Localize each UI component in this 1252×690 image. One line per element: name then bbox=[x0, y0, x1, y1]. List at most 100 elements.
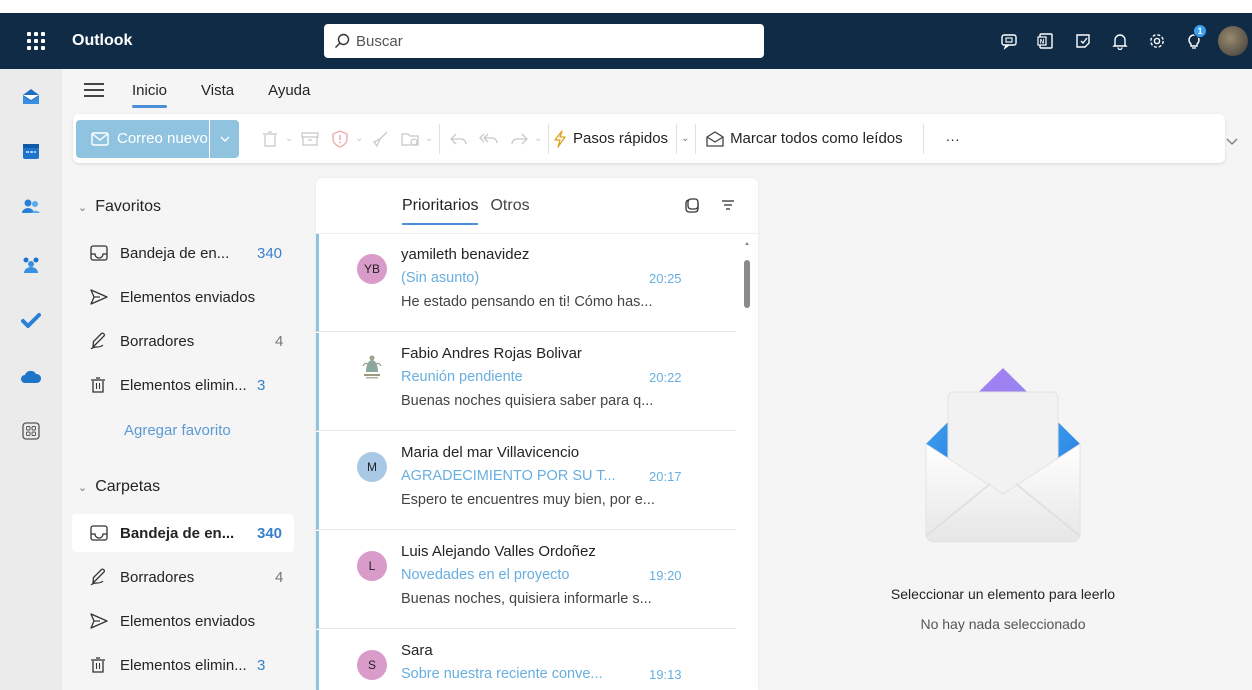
message-item[interactable]: Fabio Andres Rojas Bolivar Reunión pendi… bbox=[316, 333, 736, 431]
report-button[interactable] bbox=[325, 120, 355, 158]
forward-button[interactable] bbox=[504, 120, 534, 158]
folder-name: Elementos elimin... bbox=[120, 376, 247, 394]
inbox-icon bbox=[90, 245, 110, 261]
scroll-up-arrow-icon[interactable] bbox=[745, 242, 749, 245]
tab-focused[interactable]: Prioritarios bbox=[402, 197, 479, 225]
sender-name: Fabio Andres Rojas Bolivar bbox=[401, 345, 582, 362]
tab-vista[interactable]: Vista bbox=[201, 82, 234, 99]
rail-todo[interactable] bbox=[19, 309, 43, 333]
todo-button[interactable] bbox=[1064, 13, 1101, 69]
unread-count: 3 bbox=[257, 376, 266, 394]
unread-count: 340 bbox=[257, 524, 283, 542]
folder-sent[interactable]: Elementos enviados bbox=[72, 602, 294, 640]
favorite-deleted[interactable]: Elementos elimin... 3 bbox=[72, 366, 294, 404]
groups-icon bbox=[23, 257, 39, 273]
move-to-button[interactable] bbox=[395, 120, 425, 158]
hamburger-menu-button[interactable] bbox=[84, 83, 104, 97]
message-subject: Novedades en el proyecto bbox=[401, 567, 570, 583]
toolbar-divider bbox=[439, 123, 440, 154]
meet-now-button[interactable] bbox=[990, 13, 1027, 69]
message-preview: Espero te encuentres muy bien, por e... bbox=[401, 492, 655, 508]
search-input[interactable]: Buscar bbox=[324, 24, 764, 58]
archive-icon bbox=[301, 131, 319, 146]
forward-icon bbox=[511, 133, 528, 144]
message-list-scrollbar[interactable] bbox=[741, 236, 755, 690]
sender-name: Maria del mar Villavicencio bbox=[401, 444, 580, 461]
archive-button[interactable] bbox=[295, 120, 325, 158]
rail-more-apps[interactable] bbox=[19, 419, 43, 443]
ribbon-expand-icon[interactable] bbox=[1226, 138, 1238, 146]
favorites-header[interactable]: ⌄ Favoritos bbox=[78, 198, 161, 216]
folder-deleted[interactable]: Elementos elimin... 3 bbox=[72, 646, 294, 684]
folder-name: Bandeja de en... bbox=[120, 524, 235, 542]
reading-pane: Seleccionar un elemento para leerlo No h… bbox=[760, 178, 1252, 690]
mark-all-read-button[interactable]: Marcar todos como leídos bbox=[706, 120, 903, 158]
settings-button[interactable] bbox=[1138, 13, 1175, 69]
more-options-button[interactable]: ··· bbox=[946, 120, 960, 158]
notifications-button[interactable] bbox=[1101, 13, 1138, 69]
calendar-icon bbox=[23, 144, 39, 159]
select-mode-icon[interactable] bbox=[684, 198, 700, 214]
mark-all-read-label: Marcar todos como leídos bbox=[730, 130, 903, 147]
message-time: 19:20 bbox=[649, 568, 682, 583]
chevron-down-icon[interactable]: ⌄ bbox=[681, 133, 691, 144]
onenote-icon: N bbox=[1036, 33, 1053, 49]
new-mail-button[interactable]: Correo nuevo bbox=[76, 119, 210, 158]
rail-groups[interactable] bbox=[19, 253, 43, 277]
tab-other[interactable]: Otros bbox=[490, 197, 529, 215]
ribbon-tab-bar: Inicio Vista Ayuda bbox=[62, 69, 1252, 111]
inbox-icon bbox=[90, 525, 110, 541]
chevron-down-icon[interactable]: ⌄ bbox=[425, 133, 435, 144]
app-rail bbox=[0, 69, 62, 690]
user-avatar[interactable] bbox=[1218, 26, 1248, 56]
rail-calendar[interactable] bbox=[19, 139, 43, 163]
chevron-down-icon[interactable]: ⌄ bbox=[285, 133, 295, 144]
note-edit-icon bbox=[1075, 34, 1090, 48]
quick-steps-button[interactable]: Pasos rápidos bbox=[553, 120, 668, 158]
folders-header[interactable]: ⌄ Carpetas bbox=[78, 478, 160, 496]
reply-all-button[interactable] bbox=[474, 120, 504, 158]
rail-mail[interactable] bbox=[19, 85, 43, 109]
favorites-title: Favoritos bbox=[95, 198, 162, 215]
chat-icon bbox=[1000, 34, 1017, 50]
delete-button[interactable] bbox=[255, 120, 285, 158]
folder-inbox[interactable]: Bandeja de en... 340 bbox=[72, 514, 294, 552]
rail-people[interactable] bbox=[19, 195, 43, 219]
message-item[interactable]: S Sara Sobre nuestra reciente conve... 1… bbox=[316, 630, 736, 690]
gear-icon bbox=[1149, 34, 1164, 48]
open-envelope-illustration bbox=[925, 368, 1081, 543]
sender-avatar: S bbox=[357, 650, 387, 680]
rail-onedrive[interactable] bbox=[19, 365, 43, 389]
reply-button[interactable] bbox=[444, 120, 474, 158]
message-subject: Reunión pendiente bbox=[401, 369, 523, 385]
message-item[interactable]: YB yamileth benavidez (Sin asunto) 20:25… bbox=[316, 234, 736, 332]
new-mail-dropdown[interactable] bbox=[210, 136, 239, 142]
scrollbar-thumb[interactable] bbox=[744, 260, 750, 308]
message-item[interactable]: L Luis Alejando Valles Ordoñez Novedades… bbox=[316, 531, 736, 629]
new-mail-split-button: Correo nuevo bbox=[76, 119, 239, 158]
svg-text:N: N bbox=[1039, 40, 1043, 46]
favorite-sent[interactable]: Elementos enviados bbox=[72, 278, 294, 316]
message-subject: AGRADECIMIENTO POR SU T... bbox=[401, 468, 616, 484]
onenote-button[interactable]: N bbox=[1027, 13, 1064, 69]
chevron-down-icon[interactable]: ⌄ bbox=[534, 133, 544, 144]
favorite-drafts[interactable]: Borradores 4 bbox=[72, 322, 294, 360]
folder-name: Borradores bbox=[120, 332, 195, 350]
tips-button[interactable]: 1 bbox=[1175, 13, 1212, 69]
add-favorite-link[interactable]: Agregar favorito bbox=[124, 422, 231, 439]
toolbar-divider bbox=[922, 123, 924, 154]
tab-ayuda[interactable]: Ayuda bbox=[268, 82, 310, 99]
filter-icon[interactable] bbox=[720, 198, 736, 212]
favorite-inbox[interactable]: Bandeja de en... 340 bbox=[72, 234, 294, 272]
sweep-button[interactable] bbox=[365, 120, 395, 158]
message-subject: Sobre nuestra reciente conve... bbox=[401, 666, 603, 682]
folder-name: Bandeja de en... bbox=[120, 244, 230, 262]
message-item[interactable]: M Maria del mar Villavicencio AGRADECIMI… bbox=[316, 432, 736, 530]
sender-name: yamileth benavidez bbox=[401, 246, 530, 263]
chevron-down-icon[interactable]: ⌄ bbox=[355, 133, 365, 144]
folder-drafts[interactable]: Borradores 4 bbox=[72, 558, 294, 596]
tab-inicio[interactable]: Inicio bbox=[132, 82, 168, 108]
sender-avatar: L bbox=[357, 551, 387, 581]
open-envelope-icon bbox=[706, 130, 724, 147]
app-launcher-button[interactable] bbox=[0, 13, 72, 69]
